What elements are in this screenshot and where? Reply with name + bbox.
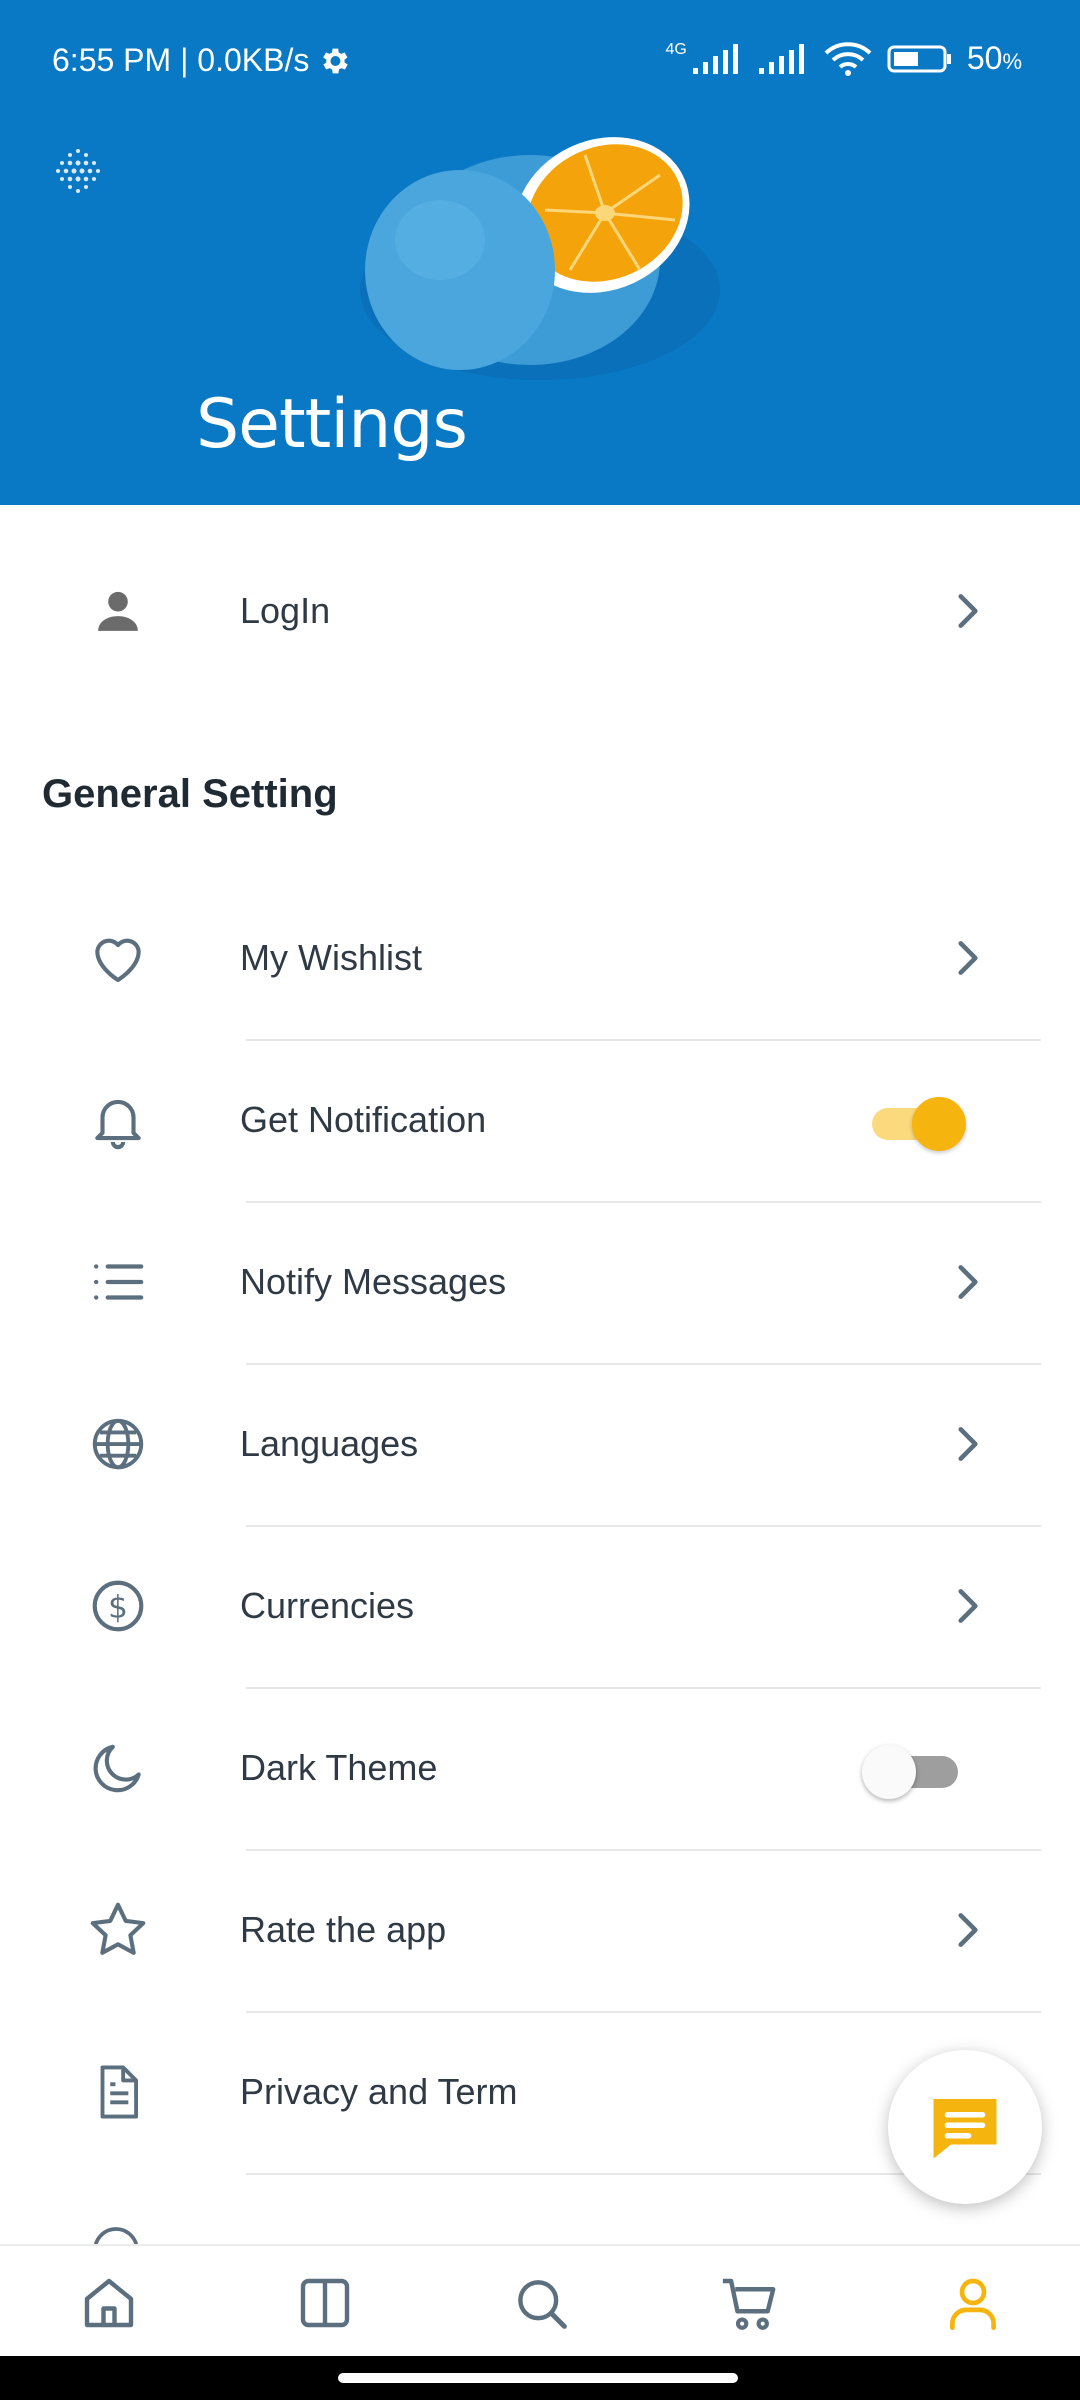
- settings-item-label: Get Notification: [240, 1099, 487, 1140]
- dotted-grid-icon: [56, 149, 100, 193]
- settings-item-wishlist[interactable]: My Wishlist: [0, 878, 1080, 1038]
- nav-account[interactable]: [940, 2270, 1006, 2336]
- orange-illustration: [360, 137, 720, 380]
- settings-item-label: Rate the app: [240, 1909, 447, 1950]
- chevron-right-icon: [958, 1427, 978, 1461]
- settings-item-label: Currencies: [240, 1585, 415, 1626]
- chevron-right-icon: [958, 941, 978, 975]
- wifi-icon: [824, 41, 872, 76]
- dark-theme-toggle[interactable]: [862, 1738, 962, 1799]
- globe-icon: [82, 1408, 154, 1480]
- nav-search[interactable]: [508, 2270, 574, 2336]
- settings-item-label: My Wishlist: [240, 937, 422, 978]
- settings-item-notification: Get Notification: [0, 1040, 1080, 1200]
- account-icon: [950, 2278, 996, 2331]
- settings-item-currencies[interactable]: $ Currencies: [0, 1526, 1080, 1686]
- settings-item-label: Privacy and Term: [240, 2071, 518, 2112]
- notification-toggle[interactable]: [862, 1090, 966, 1151]
- info-icon: [93, 2227, 139, 2244]
- settings-item-languages[interactable]: Languages: [0, 1364, 1080, 1524]
- settings-item-label: Dark Theme: [240, 1747, 438, 1788]
- person-icon: [82, 575, 154, 647]
- chevron-right-icon: [958, 1913, 978, 1947]
- settings-item-rate-app[interactable]: Rate the app: [0, 1850, 1080, 2010]
- svg-text:$: $: [108, 1590, 128, 1626]
- settings-item-dark-theme: Dark Theme: [0, 1688, 1080, 1848]
- settings-item-label: Languages: [240, 1423, 419, 1464]
- categories-icon: [300, 2278, 350, 2328]
- status-bar: 6:55 PM | 0.0KB/s 4G 50%: [0, 0, 1080, 120]
- status-time: 6:55 PM | 0.0KB/s: [52, 42, 310, 78]
- login-row[interactable]: LogIn: [0, 531, 1080, 691]
- chat-icon: [933, 2099, 997, 2159]
- search-icon: [518, 2280, 567, 2329]
- cart-icon: [722, 2278, 776, 2330]
- nav-cart[interactable]: [716, 2270, 782, 2336]
- dollar-icon: $: [82, 1570, 154, 1642]
- nav-categories[interactable]: [292, 2270, 358, 2336]
- gear-icon: [323, 48, 349, 73]
- document-icon: [82, 2056, 154, 2128]
- chevron-right-icon: [958, 594, 978, 628]
- general-setting-title: General Setting: [42, 772, 338, 816]
- system-gesture-bar: [0, 2356, 1080, 2400]
- list-icon: [82, 1246, 154, 1318]
- moon-icon: [82, 1732, 154, 1804]
- heart-icon: [82, 922, 154, 994]
- signal-icon: [692, 43, 738, 74]
- settings-item-label: Notify Messages: [240, 1261, 507, 1302]
- settings-item-notify-messages[interactable]: Notify Messages: [0, 1202, 1080, 1362]
- chevron-right-icon: [958, 1265, 978, 1299]
- page-title: Settings: [196, 385, 468, 464]
- home-indicator[interactable]: [338, 2373, 738, 2383]
- signal-icon-2: [758, 43, 804, 74]
- network-label: 4G: [665, 40, 687, 58]
- bell-icon: [82, 1084, 154, 1156]
- chevron-right-icon: [958, 1589, 978, 1623]
- nav-home[interactable]: [76, 2270, 142, 2336]
- settings-item-partial: [88, 2222, 144, 2244]
- battery-icon: [887, 45, 951, 72]
- home-icon: [84, 2278, 134, 2328]
- star-icon: [82, 1894, 154, 1966]
- chat-button[interactable]: [888, 2050, 1042, 2204]
- bottom-nav: [0, 2244, 1080, 2358]
- login-label: LogIn: [240, 590, 331, 631]
- battery-level: 50%: [966, 40, 1022, 76]
- settings-header: 6:55 PM | 0.0KB/s 4G 50% Settings: [0, 0, 1080, 505]
